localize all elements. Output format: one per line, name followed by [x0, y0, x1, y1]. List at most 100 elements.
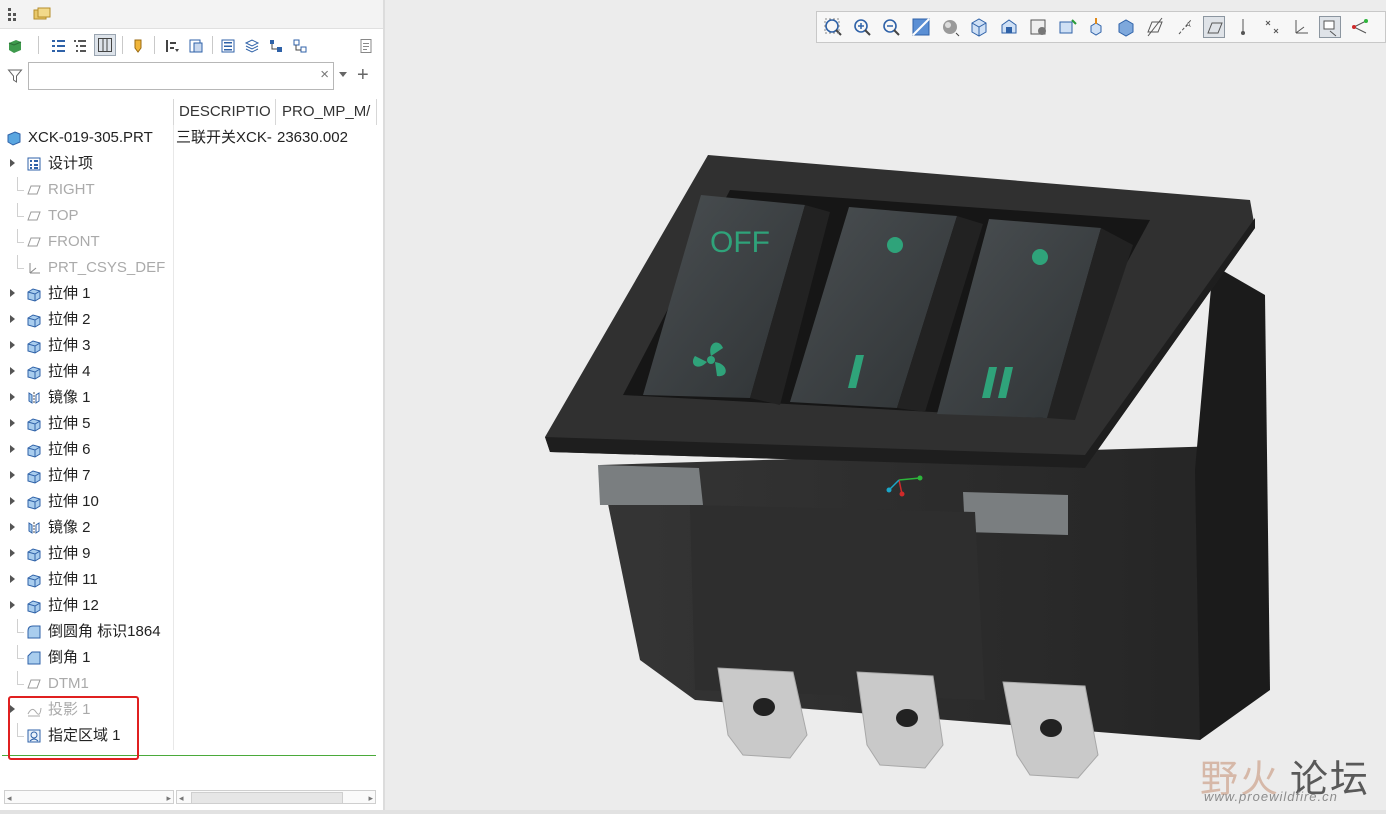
expand-arrow-icon[interactable]: [10, 471, 15, 479]
tree-item-row[interactable]: 拉伸 7: [0, 463, 380, 489]
settings-table-icon[interactable]: [186, 36, 206, 56]
tree-item-row[interactable]: 设计项: [0, 151, 380, 177]
tree-item-label: 拉伸 4: [48, 363, 91, 380]
tree-item-row[interactable]: RIGHT: [0, 177, 380, 203]
model-tree-tab-icon[interactable]: [4, 4, 24, 24]
extrude-icon: [26, 338, 42, 354]
tree-item-row[interactable]: 倒圆角 标识1864: [0, 619, 380, 645]
datum-point-icon[interactable]: [1232, 16, 1254, 38]
extrude-icon: [26, 546, 42, 562]
expand-arrow-icon[interactable]: [10, 159, 15, 167]
datum-plane-icon: [26, 208, 42, 224]
root-mp-cell: 23630.002: [277, 129, 348, 146]
tree-item-row[interactable]: 拉伸 10: [0, 489, 380, 515]
csys-display-icon[interactable]: [1261, 16, 1283, 38]
search-input[interactable]: ×: [28, 62, 334, 90]
filter-funnel-icon[interactable]: [7, 68, 23, 89]
tree-item-label: 拉伸 12: [48, 597, 99, 614]
refit-icon[interactable]: [822, 16, 844, 38]
panel-tab-strip: [0, 0, 383, 29]
highlight-box: [8, 696, 139, 760]
tree-root-row[interactable]: XCK-019-305.PRT 三联开关XCK- 23630.002: [0, 125, 380, 151]
spin-center-icon[interactable]: [1348, 16, 1370, 38]
repaint-icon[interactable]: [910, 16, 932, 38]
horizontal-scrollbar-right[interactable]: ◂ ▸: [176, 790, 376, 804]
clear-search-icon[interactable]: ×: [320, 66, 329, 83]
add-filter-icon[interactable]: +: [357, 64, 369, 87]
search-dropdown-icon[interactable]: [339, 72, 347, 77]
expand-arrow-icon[interactable]: [10, 289, 15, 297]
tree-settings-icon[interactable]: [356, 36, 376, 56]
tree-item-row[interactable]: TOP: [0, 203, 380, 229]
tree-item-label: 拉伸 11: [48, 571, 98, 588]
extrude-icon: [26, 598, 42, 614]
expand-arrow-icon[interactable]: [10, 419, 15, 427]
zoom-in-icon[interactable]: [851, 16, 873, 38]
highlight-icon[interactable]: [128, 36, 148, 56]
tree-item-row[interactable]: DTM1: [0, 671, 380, 697]
saved-views-icon[interactable]: [968, 16, 990, 38]
model-display-icon[interactable]: [5, 36, 25, 56]
column-header-mp[interactable]: PRO_MP_M/: [282, 99, 375, 125]
switch3-dot-icon: [1032, 249, 1048, 265]
display-style-icon[interactable]: [939, 16, 961, 38]
off-label: OFF: [710, 226, 770, 259]
tree-item-row[interactable]: 拉伸 5: [0, 411, 380, 437]
column-header-description[interactable]: DESCRIPTIO: [179, 99, 272, 125]
tree-item-row[interactable]: 拉伸 1: [0, 281, 380, 307]
expand-arrow-icon[interactable]: [10, 341, 15, 349]
extrude-icon: [26, 494, 42, 510]
tree-columns-icon[interactable]: [94, 34, 116, 56]
tree-item-row[interactable]: PRT_CSYS_DEF: [0, 255, 380, 281]
tree-indent-icon[interactable]: [70, 36, 90, 56]
expand-arrow-icon[interactable]: [10, 523, 15, 531]
tree-item-row[interactable]: 镜像 1: [0, 385, 380, 411]
expand-arrow-icon[interactable]: [10, 393, 15, 401]
hierarchy-icon[interactable]: [266, 36, 286, 56]
tree-item-row[interactable]: 拉伸 2: [0, 307, 380, 333]
expand-arrow-icon[interactable]: [10, 601, 15, 609]
expand-arrow-icon[interactable]: [10, 549, 15, 557]
tree-item-row[interactable]: FRONT: [0, 229, 380, 255]
horizontal-scrollbar-left[interactable]: ◂ ▸: [4, 790, 174, 804]
expand-arrow-icon[interactable]: [10, 445, 15, 453]
expand-arrow-icon[interactable]: [10, 497, 15, 505]
tree-item-row[interactable]: 拉伸 4: [0, 359, 380, 385]
expand-arrow-icon[interactable]: [10, 575, 15, 583]
graphics-viewport[interactable]: OFF: [385, 0, 1386, 814]
view-manager-icon[interactable]: [998, 16, 1020, 38]
expand-arrow-icon[interactable]: [10, 367, 15, 375]
expand-arrow-icon[interactable]: [10, 315, 15, 323]
tree-item-label: FRONT: [48, 233, 100, 250]
search-row: × +: [0, 62, 383, 92]
extrude-icon: [26, 312, 42, 328]
bottom-status-strip: [0, 810, 1386, 814]
tree-item-row[interactable]: 拉伸 12: [0, 593, 380, 619]
tree-item-row[interactable]: 倒角 1: [0, 645, 380, 671]
tree-item-row[interactable]: 拉伸 11: [0, 567, 380, 593]
tree-item-row[interactable]: 拉伸 3: [0, 333, 380, 359]
tree-list-icon[interactable]: [48, 36, 68, 56]
point-display-icon[interactable]: [1203, 16, 1225, 38]
axis-display-icon[interactable]: A: [1174, 16, 1196, 38]
detail-list-icon[interactable]: [218, 36, 238, 56]
folder-browser-tab-icon[interactable]: [32, 4, 52, 24]
perspective-icon[interactable]: [1027, 16, 1049, 38]
zoom-out-icon[interactable]: [880, 16, 902, 38]
tree-item-row[interactable]: 镜像 2: [0, 515, 380, 541]
tree-filter-icon[interactable]: [162, 36, 182, 56]
shaded-view-icon[interactable]: [1115, 16, 1137, 38]
plane-display-icon[interactable]: [1144, 16, 1166, 38]
layers-icon[interactable]: [242, 36, 262, 56]
model-3d-view[interactable]: OFF: [385, 0, 1386, 814]
extrude-icon: [26, 286, 42, 302]
coordinate-system-icon[interactable]: [1290, 16, 1312, 38]
datum-plane-icon: [26, 182, 42, 198]
watermark-url: www.proewildfire.cn: [1204, 789, 1338, 804]
tree-item-row[interactable]: 拉伸 9: [0, 541, 380, 567]
annotation-display-icon[interactable]: [1319, 16, 1341, 38]
section-icon[interactable]: [1056, 16, 1078, 38]
relations-icon[interactable]: [290, 36, 310, 56]
tree-item-row[interactable]: 拉伸 6: [0, 437, 380, 463]
orient-icon[interactable]: [1085, 16, 1107, 38]
